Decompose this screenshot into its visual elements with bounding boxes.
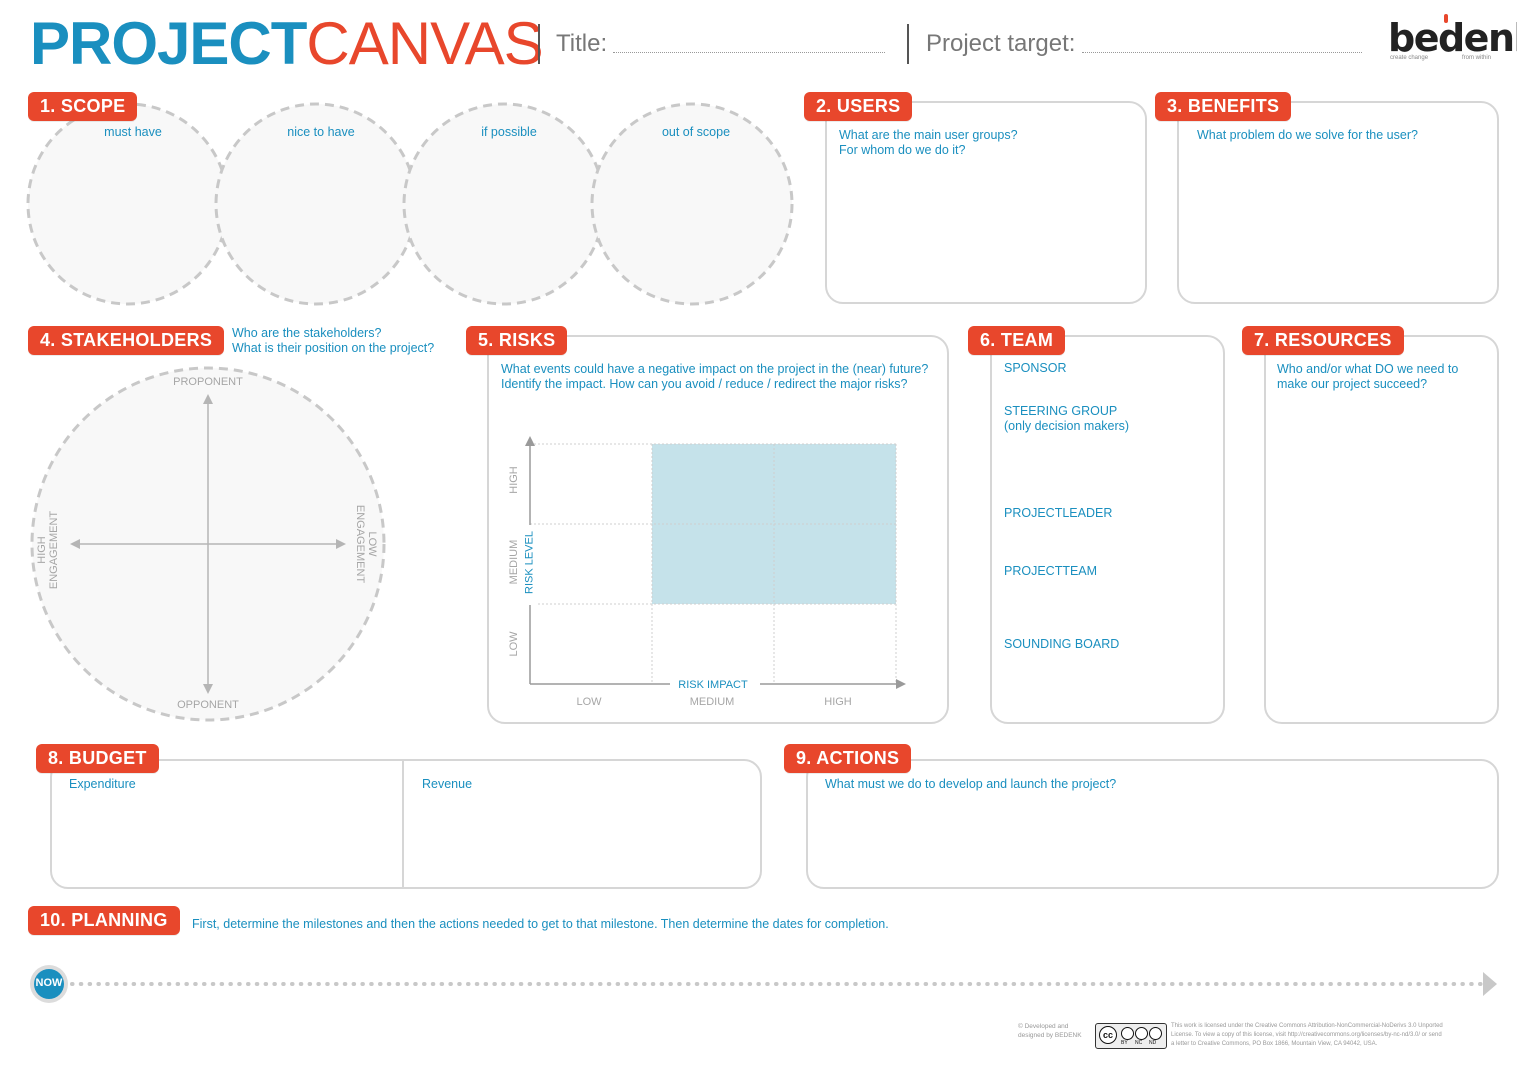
nd-icon [1149,1027,1162,1040]
license-line3: a letter to Creative Commons, PO Box 186… [1171,1041,1378,1047]
users-question-2: For whom do we do it? [839,143,966,157]
risk-x-medium: MEDIUM [689,696,735,708]
high-engagement-line2: ENGAGEMENT [48,510,60,590]
scope-label-must-have: must have [104,125,162,139]
risk-x-low: LOW [576,696,602,708]
team-tag: 6. TEAM [968,326,1066,355]
risk-y-low: LOW [508,631,520,657]
planning-instructions: First, determine the milestones and then… [192,917,889,931]
cc-license-badge[interactable]: cc BY NC ND [1095,1023,1167,1049]
users-question-1: What are the main user groups? [839,128,1018,142]
budget-box[interactable] [50,759,762,889]
resources-question-2: make our project succeed? [1277,377,1428,391]
project-target-label: Project target: [926,30,1076,57]
header-divider [538,24,540,64]
risk-level-axis-title: RISK LEVEL [523,531,536,594]
scope-label-out-of-scope: out of scope [661,125,731,139]
budget-revenue-label: Revenue [422,777,473,791]
title-canvas: CANVAS [306,10,543,77]
scope-label-nice-to-have: nice to have [287,125,355,139]
logo-accent-icon [1444,14,1448,23]
team-sponsor: SPONSOR [1004,361,1067,375]
scope-tag: 1. SCOPE [28,92,138,121]
cc-icon: cc [1099,1026,1117,1044]
header-divider-2 [907,24,909,64]
actions-tag: 9. ACTIONS [784,744,912,773]
developed-by: © Developed and designed by BEDENK [1018,1022,1082,1040]
license-line1: This work is licensed under the Creative… [1171,1023,1443,1029]
nc-icon [1135,1027,1148,1040]
cc-nc-label: NC [1135,1040,1143,1046]
page-title: PROJECTCANVAS [30,10,544,78]
scope-label-if-possible: if possible [481,125,537,139]
planning-tag: 10. PLANNING [28,906,180,935]
bedenk-logo: bedenk create change from within [1388,14,1517,66]
risk-impact-axis-title: RISK IMPACT [678,679,748,691]
risks-question-2: Identify the impact. How can you avoid /… [501,377,908,391]
team-projectleader: PROJECTLEADER [1004,506,1113,520]
risk-y-high: HIGH [508,466,520,494]
license-line2: License. To view a copy of this license,… [1171,1032,1442,1038]
now-label: NOW [35,977,63,989]
developed-by-line2: designed by BEDENK [1018,1032,1082,1039]
risk-matrix [524,436,906,691]
risks-tag: 5. RISKS [466,326,568,355]
stakeholders-tag: 4. STAKEHOLDERS [28,326,225,355]
license-text: This work is licensed under the Creative… [1171,1022,1497,1049]
timeline [30,965,1497,1003]
title-label: Title: [556,30,608,57]
title-project: PROJECT [30,10,307,77]
opponent-label: OPPONENT [177,699,239,711]
low-engagement-line2: ENGAGEMENT [354,504,366,584]
risk-y-medium: MEDIUM [508,539,520,585]
stakeholders-question-1: Who are the stakeholders? [232,326,382,340]
logo-tagline-left: create change [1390,55,1429,61]
stakeholder-map [30,366,386,722]
resources-tag: 7. RESOURCES [1242,326,1404,355]
resources-question-1: Who and/or what DO we need to [1277,362,1459,376]
arrow-right-icon [896,679,906,689]
budget-divider [402,761,404,887]
users-tag: 2. USERS [804,92,913,121]
resources-box[interactable] [1264,335,1499,724]
budget-tag: 8. BUDGET [36,744,159,773]
project-target-field[interactable] [1082,52,1362,53]
low-engagement-line1: LOW [366,531,378,557]
arrow-up-icon [525,436,535,446]
team-box[interactable] [990,335,1225,724]
team-steering-note: (only decision makers) [1004,419,1130,433]
logo-text: bedenk [1388,16,1517,60]
risk-x-high: HIGH [824,696,852,708]
proponent-label: PROPONENT [173,376,243,388]
budget-expenditure-label: Expenditure [69,777,136,791]
team-steering-group: STEERING GROUP [1004,404,1118,418]
low-engagement-label: LOW ENGAGEMENT [354,496,378,592]
team-sounding-board: SOUNDING BOARD [1004,637,1120,651]
stakeholders-question-2: What is their position on the project? [232,341,435,355]
high-engagement-label: HIGH ENGAGEMENT [36,502,60,598]
title-field[interactable] [613,52,885,53]
high-engagement-line1: HIGH [36,536,48,564]
actions-question: What must we do to develop and launch th… [825,777,1117,791]
benefits-tag: 3. BENEFITS [1155,92,1292,121]
cc-by-label: BY [1121,1040,1128,1046]
logo-tagline-right: from within [1462,55,1492,61]
cc-nd-label: ND [1149,1040,1157,1046]
by-icon [1121,1027,1134,1040]
developed-by-line1: © Developed and [1018,1023,1069,1030]
benefits-question: What problem do we solve for the user? [1197,128,1418,142]
timeline-arrow-icon [1483,972,1497,996]
risks-question-1: What events could have a negative impact… [501,362,929,376]
team-projectteam: PROJECTTEAM [1004,564,1098,578]
